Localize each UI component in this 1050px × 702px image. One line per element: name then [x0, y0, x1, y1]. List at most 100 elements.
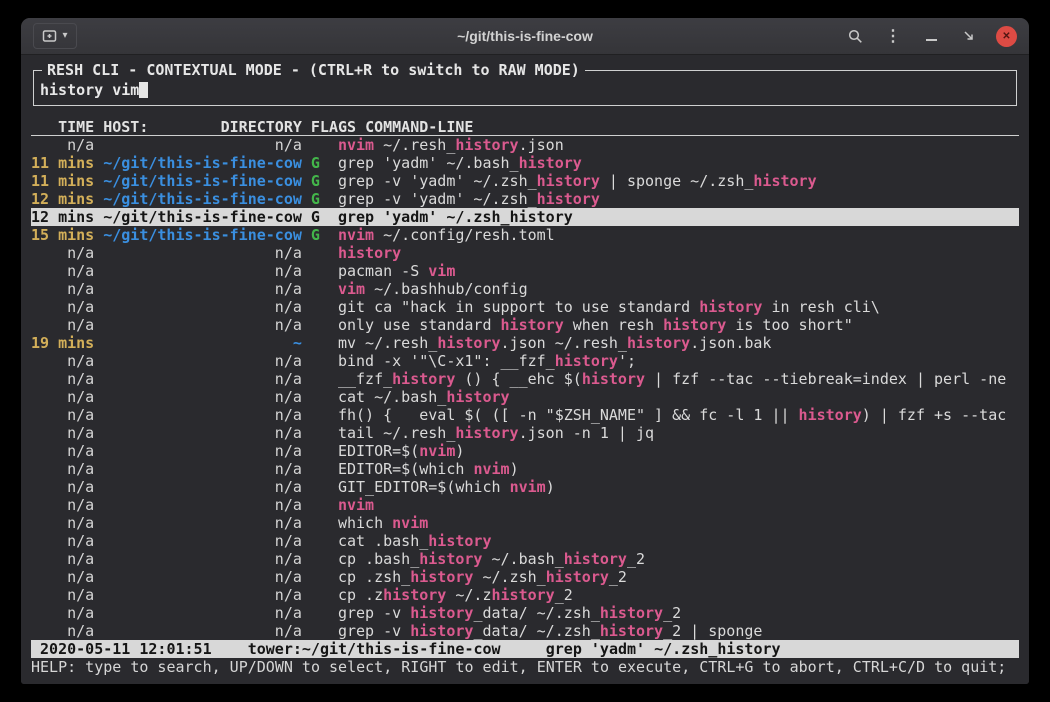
row-time: n/a: [31, 550, 94, 568]
menu-button[interactable]: ⋮: [882, 24, 904, 48]
history-row[interactable]: n/an/acp .bash_history ~/.bash_history_2: [31, 550, 1019, 568]
row-command: which nvim: [338, 514, 428, 532]
row-command: vim ~/.bashhub/config: [338, 280, 528, 298]
row-directory: ~/git/this-is-fine-cow: [103, 172, 302, 190]
command-match: history: [537, 172, 600, 190]
history-row[interactable]: n/an/agrep -v history_data/ ~/.zsh_histo…: [31, 622, 1019, 640]
history-row[interactable]: n/an/avim ~/.bashhub/config: [31, 280, 1019, 298]
table-header: TIME HOST:DIRECTORY FLAGS COMMAND-LINE: [31, 118, 1019, 136]
history-row[interactable]: n/an/apacman -S vim: [31, 262, 1019, 280]
row-command: fh() { eval $( ([ -n "$ZSH_NAME" ] && fc…: [338, 406, 1006, 424]
history-row[interactable]: n/an/atail ~/.resh_history.json -n 1 | j…: [31, 424, 1019, 442]
history-row[interactable]: n/an/agit ca "hack in support to use sta…: [31, 298, 1019, 316]
history-row[interactable]: 15 mins~/git/this-is-fine-cowGnvim ~/.co…: [31, 226, 1019, 244]
row-time: 19 mins: [31, 334, 94, 352]
history-row[interactable]: n/an/abind -x '"\C-x1": __fzf_history';: [31, 352, 1019, 370]
history-row[interactable]: n/an/awhich nvim: [31, 514, 1019, 532]
history-row[interactable]: n/an/agrep -v history_data/ ~/.zsh_histo…: [31, 604, 1019, 622]
command-text: when resh: [564, 316, 663, 334]
history-row[interactable]: n/an/aEDITOR=$(nvim): [31, 442, 1019, 460]
row-flag: G: [311, 226, 320, 244]
search-input[interactable]: history vim: [36, 81, 1014, 99]
search-button[interactable]: [844, 24, 866, 48]
search-query-text: history vim: [40, 81, 139, 99]
row-flag: [311, 280, 320, 298]
command-text: cp .zsh_: [338, 568, 410, 586]
history-row[interactable]: n/a n/a __fzf_history () { __ehc $(history…: [31, 370, 1019, 388]
row-command: EDITOR=$(which nvim): [338, 460, 519, 478]
row-directory: n/a: [103, 388, 302, 406]
history-row[interactable]: n/an/acat ~/.bash_history: [31, 388, 1019, 406]
minimize-button[interactable]: [920, 24, 942, 48]
history-row[interactable]: n/an/acp .zhistory ~/.zhistory_2: [31, 586, 1019, 604]
status-command: grep 'yadm' ~/.zsh_history: [546, 640, 781, 658]
row-time: n/a: [31, 244, 94, 262]
history-row[interactable]: 12 mins~/git/this-is-fine-cowGgrep -v 'y…: [31, 190, 1019, 208]
row-time: n/a: [31, 370, 94, 388]
row-time: n/a: [31, 586, 94, 604]
command-match: history: [446, 388, 509, 406]
row-command: EDITOR=$(nvim): [338, 442, 464, 460]
command-match: history: [753, 172, 816, 190]
history-row[interactable]: n/an/ahistory: [31, 244, 1019, 262]
row-flag: G: [311, 208, 320, 226]
history-row[interactable]: 11 mins~/git/this-is-fine-cowGgrep -v 'y…: [31, 172, 1019, 190]
row-command: nvim ~/.resh_history.json: [338, 136, 564, 154]
row-command: mv ~/.resh_history.json ~/.resh_history.…: [338, 334, 772, 352]
row-flag: [311, 622, 320, 640]
history-row[interactable]: n/an/acp .zsh_history ~/.zsh_history_2: [31, 568, 1019, 586]
row-directory: n/a: [103, 568, 302, 586]
command-text: _2: [663, 604, 681, 622]
row-command: grep 'yadm' ~/.zsh_history: [338, 208, 573, 226]
row-time: n/a: [31, 442, 94, 460]
search-box: RESH CLI - CONTEXTUAL MODE - (CTRL+R to …: [33, 61, 1017, 106]
row-directory: n/a: [103, 370, 302, 388]
history-row[interactable]: n/an/acat .bash_history: [31, 532, 1019, 550]
row-flag: [311, 262, 320, 280]
close-button[interactable]: ✕: [996, 26, 1017, 47]
row-directory: ~/git/this-is-fine-cow: [103, 226, 302, 244]
history-row[interactable]: n/an/aEDITOR=$(which nvim): [31, 460, 1019, 478]
screen: ▾ ~/git/this-is-fine-cow ⋮: [0, 0, 1050, 702]
history-row[interactable]: 19 mins ~ mv ~/.resh_history.json ~/.resh_…: [31, 334, 1019, 352]
history-row[interactable]: n/an/afh() { eval $( ([ -n "$ZSH_NAME" ]…: [31, 406, 1019, 424]
search-box-label: RESH CLI - CONTEXTUAL MODE - (CTRL+R to …: [42, 61, 585, 79]
command-text: ) | fzf +s --tac: [862, 406, 1007, 424]
history-row-selected[interactable]: 12 mins~/git/this-is-fine-cowGgrep 'yadm…: [31, 208, 1019, 226]
command-match: history: [455, 424, 518, 442]
row-command: only use standard history when resh hist…: [338, 316, 853, 334]
command-match: vim: [428, 262, 455, 280]
command-text: pacman -S: [338, 262, 428, 280]
command-text: grep -v: [338, 622, 410, 640]
row-time: n/a: [31, 424, 94, 442]
header-host-directory: HOST:DIRECTORY: [103, 118, 302, 135]
row-flag: [311, 388, 320, 406]
command-match: nvim: [473, 460, 509, 478]
row-time: 12 mins: [31, 190, 94, 208]
row-flag: [311, 514, 320, 532]
row-command: grep 'yadm' ~/.bash_history: [338, 154, 582, 172]
command-match: history: [437, 334, 500, 352]
command-match: nvim: [419, 442, 455, 460]
row-directory: ~: [103, 334, 302, 352]
new-terminal-button[interactable]: ▾: [33, 23, 77, 49]
row-directory: ~/git/this-is-fine-cow: [103, 208, 302, 226]
command-text: grep 'yadm' ~/.bash_: [338, 154, 519, 172]
command-match: history: [799, 406, 862, 424]
history-row[interactable]: 11 mins~/git/this-is-fine-cowGgrep 'yadm…: [31, 154, 1019, 172]
restore-button[interactable]: [958, 24, 980, 48]
row-time: n/a: [31, 568, 94, 586]
row-flag: [311, 424, 320, 442]
titlebar[interactable]: ▾ ~/git/this-is-fine-cow ⋮: [21, 18, 1029, 55]
command-match: nvim: [338, 136, 374, 154]
command-match: history: [564, 550, 627, 568]
row-command: __fzf_history () { __ehc $(history | fzf…: [338, 370, 1006, 388]
history-row[interactable]: n/an/anvim ~/.resh_history.json: [31, 136, 1019, 154]
history-row[interactable]: n/an/aGIT_EDITOR=$(which nvim): [31, 478, 1019, 496]
history-row[interactable]: n/an/anvim: [31, 496, 1019, 514]
command-match: nvim: [338, 226, 374, 244]
command-text: grep 'yadm' ~/.zsh_: [338, 208, 510, 226]
chevron-down-icon: ▾: [62, 31, 67, 41]
history-row[interactable]: n/an/aonly use standard history when res…: [31, 316, 1019, 334]
row-directory: n/a: [103, 496, 302, 514]
